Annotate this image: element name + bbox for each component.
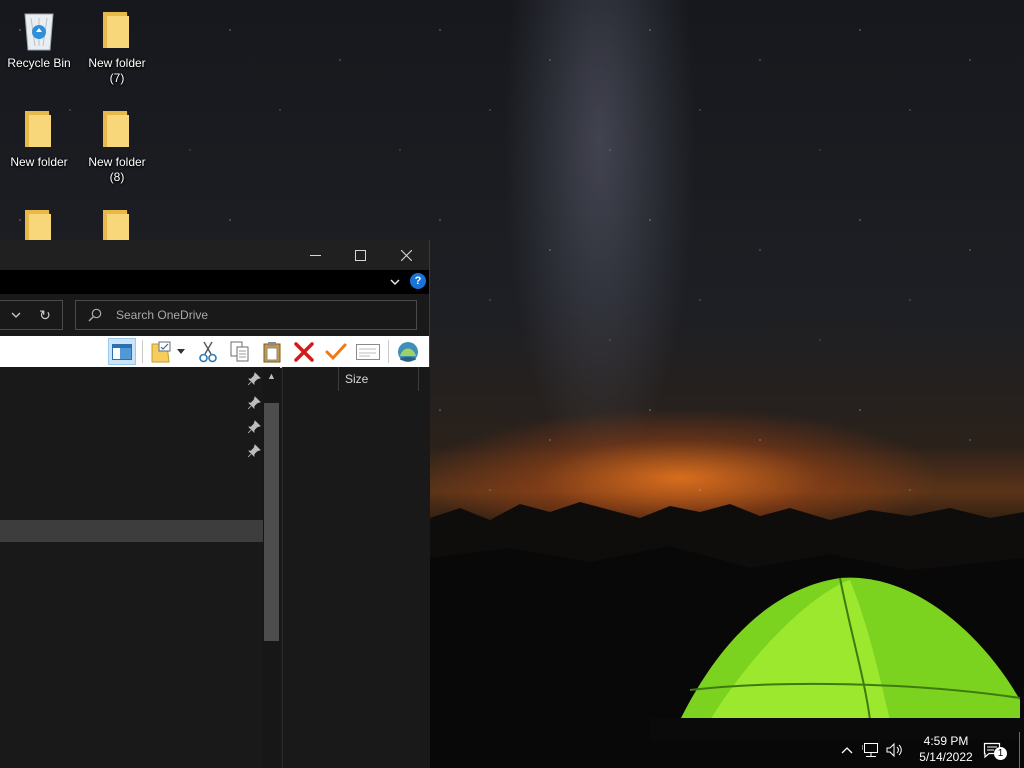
close-button[interactable] — [383, 240, 429, 270]
search-input[interactable] — [116, 306, 406, 324]
file-explorer-window: ? ↻ Search OneDrive ▲ Size — [0, 240, 430, 768]
pin-icon[interactable] — [247, 396, 261, 410]
minimize-button[interactable] — [292, 240, 338, 270]
help-icon: ? — [414, 275, 422, 287]
shell-icon — [398, 341, 418, 362]
new-folder-button[interactable] — [147, 338, 175, 365]
desktop-icon-label: New folder — [10, 155, 68, 169]
quick-toolbar — [0, 336, 429, 368]
paste-icon — [263, 341, 281, 362]
pin-icon[interactable] — [247, 420, 261, 434]
scroll-up-button[interactable]: ▲ — [263, 367, 280, 384]
notification-count-badge: 1 — [994, 747, 1007, 760]
address-dropdown-button[interactable] — [8, 307, 24, 323]
show-hidden-icons-button[interactable] — [837, 740, 857, 760]
address-bar-row: ↻ — [0, 294, 429, 336]
navigation-scrollbar[interactable]: ▲ — [263, 367, 280, 768]
recycle-bin-icon — [19, 8, 59, 52]
navigation-item-selected[interactable] — [0, 520, 263, 542]
desktop-icon-new-folder-7[interactable]: New folder (7) — [79, 8, 155, 86]
copy-button[interactable] — [226, 338, 254, 365]
ribbon-bar — [0, 270, 429, 294]
tent — [650, 577, 1024, 740]
column-divider[interactable] — [338, 367, 339, 391]
pin-icon[interactable] — [247, 372, 261, 386]
pin-icon[interactable] — [247, 444, 261, 458]
toolbar-separator — [142, 340, 143, 363]
search-icon — [88, 308, 102, 322]
dropdown-arrow-icon — [177, 349, 185, 354]
maximize-icon — [354, 249, 366, 261]
chevron-down-icon — [11, 312, 21, 318]
search-box[interactable] — [75, 300, 417, 330]
desktop-icon-new-folder-8[interactable]: New folder (8) — [79, 107, 155, 185]
scroll-up-icon: ▲ — [267, 370, 276, 381]
minimize-icon — [309, 254, 321, 256]
properties-button[interactable] — [322, 338, 350, 365]
paste-button[interactable] — [258, 338, 286, 365]
cut-icon — [199, 341, 217, 362]
shell-button[interactable] — [394, 338, 422, 365]
copy-icon — [230, 341, 249, 361]
rename-button[interactable] — [354, 338, 382, 365]
volume-button[interactable] — [885, 740, 905, 760]
maximize-button[interactable] — [337, 240, 383, 270]
refresh-icon: ↻ — [39, 306, 51, 323]
taskbar-clock[interactable]: 4:59 PM 5/14/2022 — [908, 733, 984, 765]
preview-pane-icon — [112, 343, 132, 360]
checkmark-icon — [325, 343, 347, 360]
column-divider[interactable] — [418, 367, 419, 391]
scrollbar-thumb[interactable] — [264, 403, 279, 641]
navigation-pane[interactable] — [0, 367, 263, 768]
clock-time: 4:59 PM — [923, 734, 969, 748]
chevron-up-icon — [841, 747, 853, 754]
network-button[interactable] — [861, 740, 881, 760]
new-folder-dropdown[interactable] — [174, 338, 188, 365]
volume-icon — [886, 742, 902, 758]
delete-button[interactable] — [290, 338, 318, 365]
new-folder-icon — [151, 341, 171, 362]
desktop-icon-label: Recycle Bin — [7, 56, 71, 70]
show-desktop-button[interactable] — [1019, 732, 1020, 768]
address-bar[interactable]: ↻ — [0, 300, 63, 330]
email-icon — [356, 343, 380, 360]
folder-icon — [97, 8, 137, 52]
folder-icon — [97, 107, 137, 151]
column-header-size[interactable]: Size — [345, 372, 368, 386]
cut-button[interactable] — [194, 338, 222, 365]
help-button[interactable]: ? — [410, 273, 426, 289]
clock-date: 5/14/2022 — [919, 750, 973, 764]
delete-icon — [294, 341, 314, 362]
file-list-pane[interactable]: Size — [282, 367, 430, 768]
preview-pane-button[interactable] — [108, 338, 136, 365]
desktop-icon-label: New folder (8) — [88, 155, 146, 184]
folder-icon — [19, 107, 59, 151]
desktop-icon-new-folder[interactable]: New folder — [1, 107, 77, 170]
toolbar-separator — [388, 340, 389, 363]
desktop-icon-recycle-bin[interactable]: Recycle Bin — [1, 8, 77, 71]
title-bar[interactable] — [0, 240, 429, 270]
ribbon-expand-button[interactable] — [388, 274, 402, 290]
network-icon — [862, 743, 878, 757]
close-icon — [400, 249, 412, 261]
refresh-button[interactable]: ↻ — [36, 306, 54, 324]
desktop-icon-label: New folder (7) — [88, 56, 146, 85]
chevron-down-icon — [390, 278, 400, 285]
